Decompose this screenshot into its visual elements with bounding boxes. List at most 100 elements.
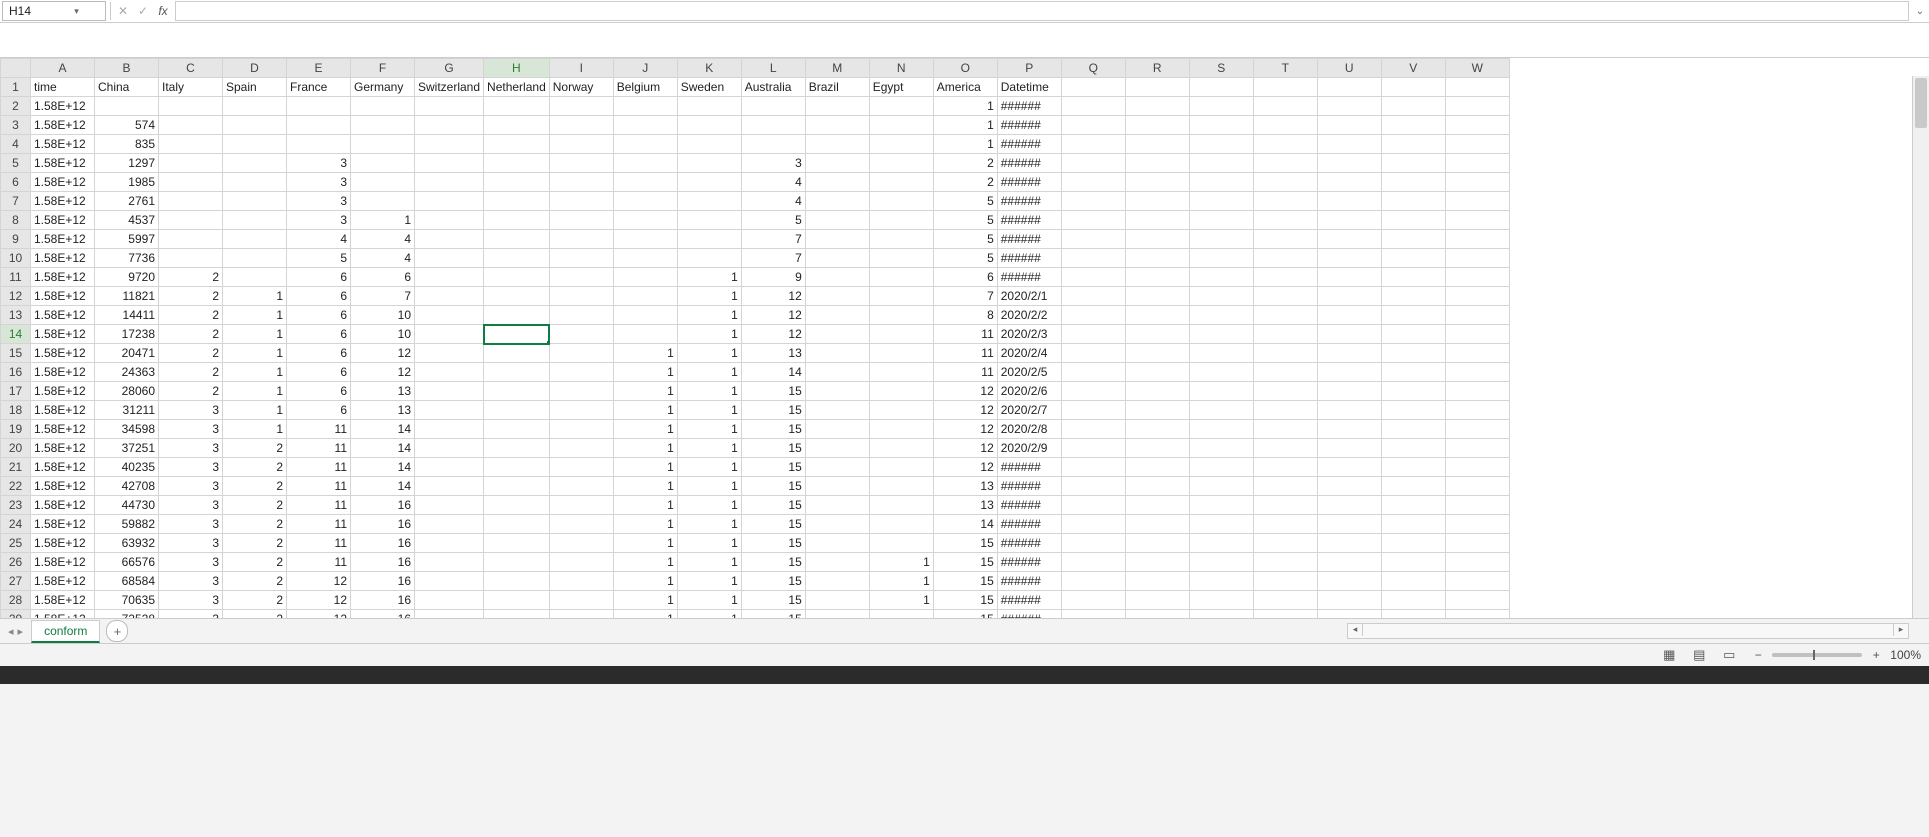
name-box[interactable]: H14 ▾ [2,1,106,21]
cell[interactable] [1445,572,1509,591]
cell[interactable]: Germany [351,78,415,97]
cell[interactable] [484,591,550,610]
cell[interactable] [805,572,869,591]
row-header[interactable]: 24 [1,515,31,534]
cell[interactable]: 1.58E+12 [31,553,95,572]
cell[interactable] [484,173,550,192]
cell[interactable]: 4 [741,173,805,192]
cell[interactable]: 11 [933,363,997,382]
cell[interactable] [1445,477,1509,496]
cell[interactable] [1317,572,1381,591]
cell[interactable]: 1 [613,382,677,401]
cell[interactable] [1317,116,1381,135]
cell[interactable]: 1.58E+12 [31,306,95,325]
cell[interactable] [869,97,933,116]
cell[interactable]: 63932 [95,534,159,553]
cell[interactable]: 11 [287,515,351,534]
cell[interactable]: 37251 [95,439,159,458]
cell[interactable]: Switzerland [415,78,484,97]
cell[interactable] [484,382,550,401]
cell[interactable] [415,458,484,477]
cell[interactable]: ###### [997,211,1061,230]
cell[interactable]: 15 [741,401,805,420]
cell[interactable] [159,135,223,154]
cell[interactable]: 2 [159,363,223,382]
cell[interactable]: 20471 [95,344,159,363]
select-all-corner[interactable] [1,59,31,78]
cell[interactable] [484,135,550,154]
cell[interactable] [1125,249,1189,268]
row-header[interactable]: 5 [1,154,31,173]
cell[interactable]: 1.58E+12 [31,420,95,439]
cell[interactable] [1189,572,1253,591]
cell[interactable]: 4537 [95,211,159,230]
cell[interactable]: 6 [287,325,351,344]
row-header[interactable]: 13 [1,306,31,325]
cell[interactable] [1189,192,1253,211]
cell[interactable] [223,154,287,173]
cell[interactable] [549,420,613,439]
cell[interactable] [1381,306,1445,325]
cell[interactable]: 1 [677,572,741,591]
cell[interactable] [1317,401,1381,420]
cell[interactable]: 2020/2/2 [997,306,1061,325]
cell[interactable]: 6 [287,401,351,420]
cell[interactable]: ###### [997,268,1061,287]
add-sheet-button[interactable]: + [106,620,128,642]
cell[interactable]: 68584 [95,572,159,591]
cell[interactable] [1061,610,1125,620]
cell[interactable]: 40235 [95,458,159,477]
cell[interactable] [1253,344,1317,363]
cell[interactable]: 6 [287,268,351,287]
cell[interactable] [1061,97,1125,116]
zoom-out-button[interactable]: − [1752,648,1764,662]
column-header[interactable]: N [869,59,933,78]
cell[interactable] [223,249,287,268]
cell[interactable] [1381,97,1445,116]
cell[interactable] [415,192,484,211]
cell[interactable]: 16 [351,496,415,515]
cell[interactable] [1125,477,1189,496]
cell[interactable]: 1.58E+12 [31,287,95,306]
cell[interactable]: 15 [741,496,805,515]
row-header[interactable]: 28 [1,591,31,610]
cell[interactable] [1125,192,1189,211]
cell[interactable] [159,97,223,116]
cell[interactable] [805,192,869,211]
cell[interactable]: Australia [741,78,805,97]
cell[interactable]: ###### [997,610,1061,620]
cell[interactable] [549,306,613,325]
cell[interactable]: 6 [287,363,351,382]
cell[interactable] [1381,515,1445,534]
cell[interactable] [223,211,287,230]
cell[interactable]: 34598 [95,420,159,439]
cell[interactable]: 15 [741,420,805,439]
cell[interactable] [1317,553,1381,572]
cell[interactable] [1189,211,1253,230]
cell[interactable] [1189,382,1253,401]
cell[interactable] [613,230,677,249]
cell[interactable] [1189,306,1253,325]
cell[interactable]: 7 [933,287,997,306]
cell[interactable] [1061,306,1125,325]
cell[interactable]: ###### [997,553,1061,572]
cell[interactable]: 1.58E+12 [31,97,95,116]
cell[interactable] [869,325,933,344]
cell[interactable]: 4 [351,230,415,249]
row-header[interactable]: 15 [1,344,31,363]
cell[interactable] [1125,382,1189,401]
cell[interactable]: ###### [997,534,1061,553]
cell[interactable] [677,211,741,230]
cell[interactable] [1317,97,1381,116]
cell[interactable] [677,154,741,173]
cell[interactable] [415,534,484,553]
cell[interactable]: 1 [613,363,677,382]
cell[interactable] [549,363,613,382]
row-header[interactable]: 20 [1,439,31,458]
cell[interactable]: 11 [287,458,351,477]
cell[interactable] [1253,534,1317,553]
cell[interactable] [1189,78,1253,97]
cell[interactable] [1125,268,1189,287]
cell[interactable] [415,173,484,192]
cell[interactable] [805,287,869,306]
